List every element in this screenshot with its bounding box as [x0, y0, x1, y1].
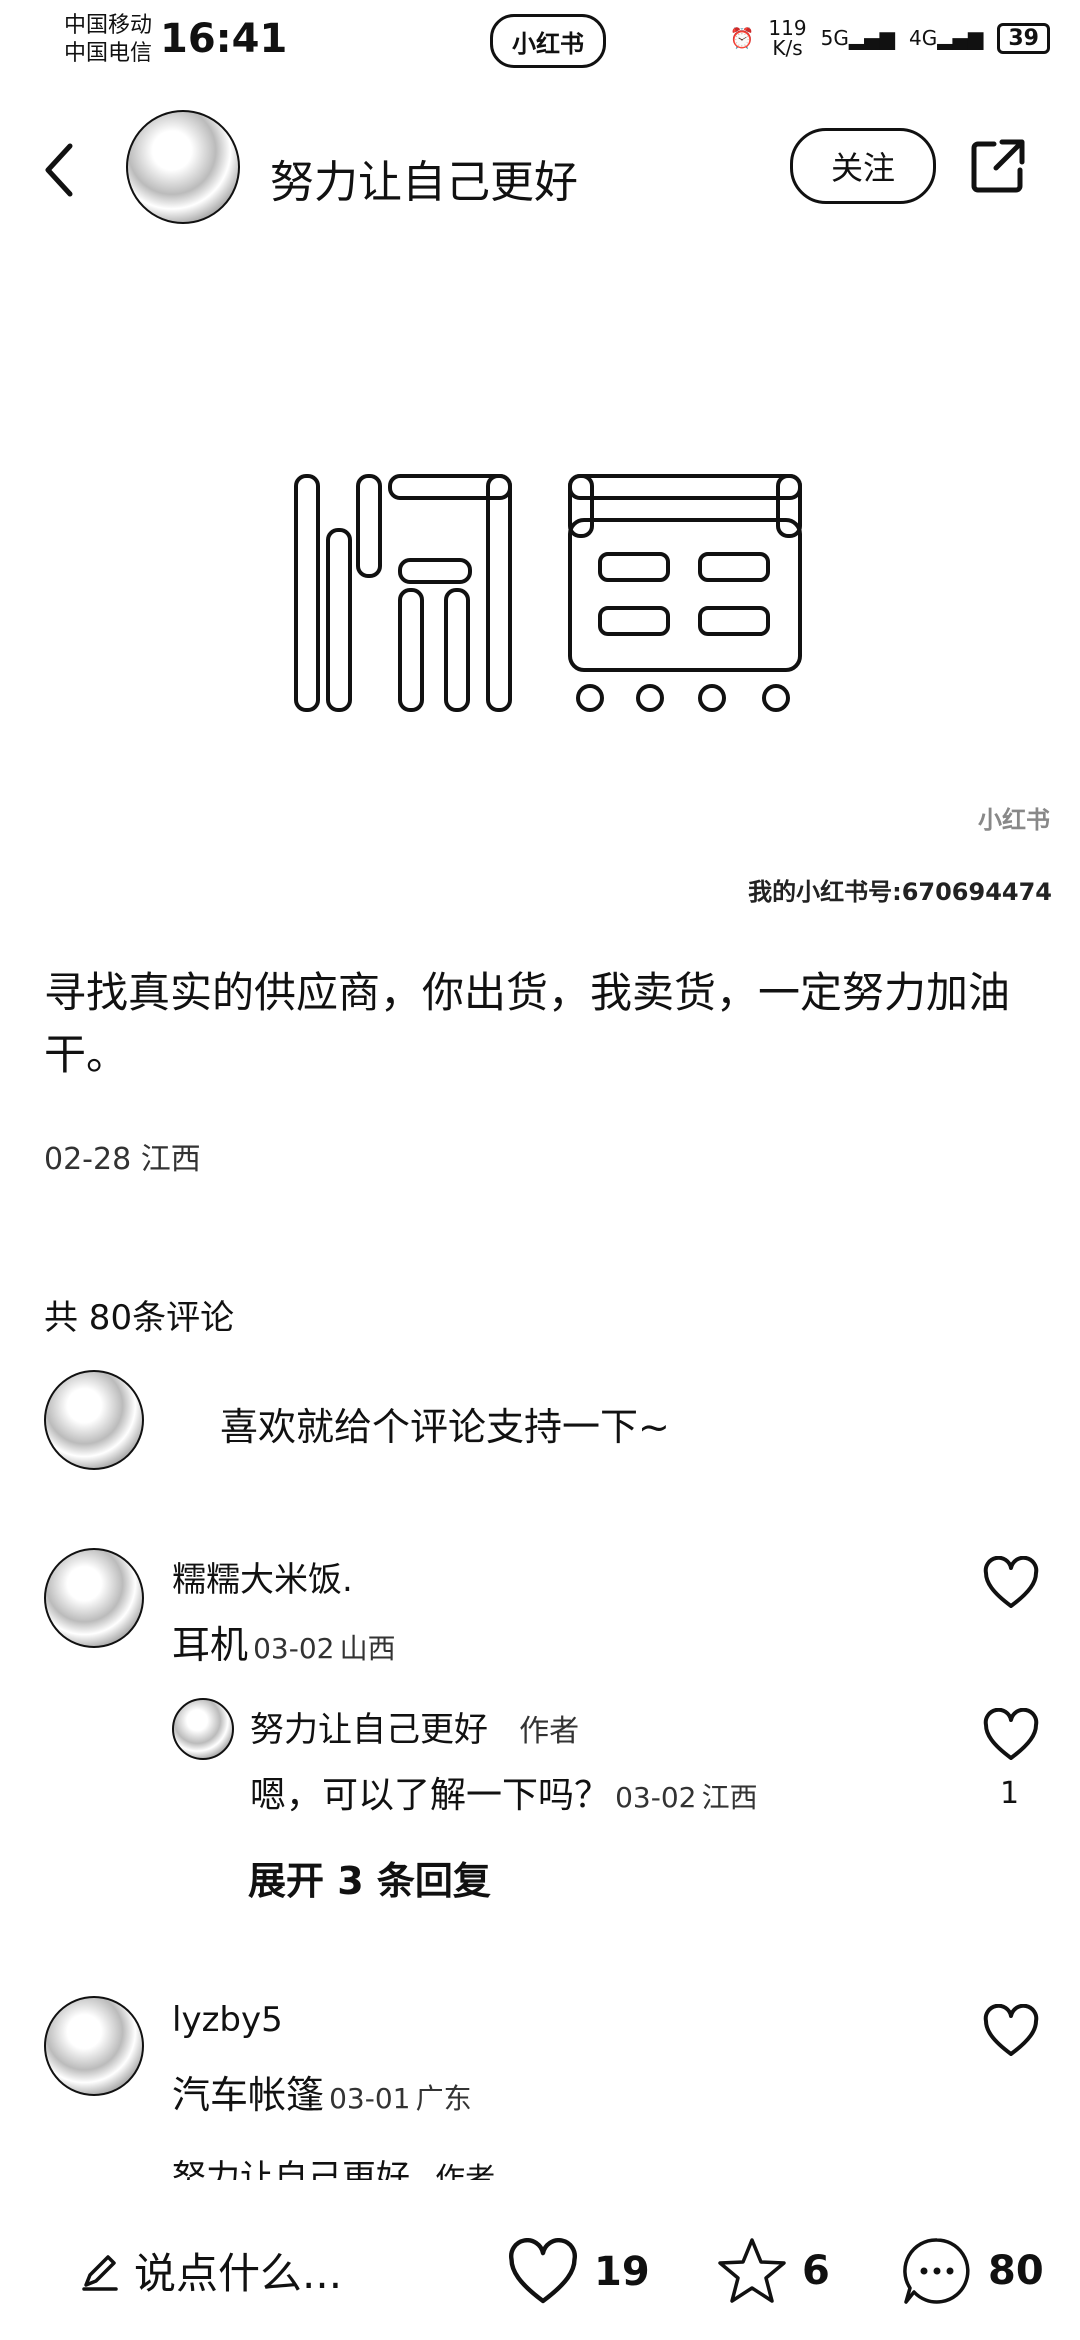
comment-input[interactable]: 说点什么... — [80, 2240, 342, 2301]
pencil-icon — [82, 2254, 118, 2291]
commenter-name[interactable]: lyzby5 — [172, 2000, 283, 2040]
commenter-avatar[interactable] — [44, 1548, 144, 1648]
alarm-icon: ⏰ — [729, 26, 755, 50]
net-speed: 119 K/s — [768, 16, 807, 60]
like-action[interactable]: 19 — [506, 2238, 650, 2306]
carrier-2: 中国电信 — [64, 41, 153, 66]
comment-date: 03-02 — [253, 1632, 335, 1665]
comment-count: 共 80条评论 — [44, 1298, 235, 1338]
reply-partial[interactable]: 努力让自己更好 作者 — [172, 2150, 495, 2180]
back-icon[interactable] — [40, 140, 80, 200]
comment-total: 80 — [988, 2248, 1044, 2294]
heart-icon — [509, 2238, 577, 2304]
post-description: 寻找真实的供应商，你出货，我卖货，一定努力加油干。 — [44, 968, 1011, 1079]
reply-header: 努力让自己更好 作者 — [250, 1702, 579, 1751]
reply-name[interactable]: 努力让自己更好 — [250, 1710, 488, 1750]
reply-partial-name: 努力让自己更好 — [172, 2158, 410, 2180]
status-bar: 中国移动 中国电信 16:41 小红书 ⏰ 119 K/s 5G▂▄▆ 4G▂▄▆… — [0, 0, 1080, 80]
reply-partial-tag: 作者 — [435, 2162, 496, 2180]
collect-count: 6 — [802, 2248, 830, 2294]
post-meta: 02-28 江西 — [44, 1134, 201, 1178]
app-badge: 小红书 — [490, 14, 606, 68]
reply-date: 03-02 — [615, 1781, 697, 1814]
star-icon — [718, 2238, 786, 2303]
comment-date: 03-01 — [329, 2082, 411, 2115]
comment-bubble-icon — [903, 2238, 970, 2304]
share-icon[interactable] — [968, 136, 1028, 196]
battery-icon: 39 — [997, 22, 1050, 54]
commenter-avatar[interactable] — [44, 1996, 144, 2096]
my-avatar — [44, 1370, 144, 1470]
comment-body[interactable]: 汽车帐篷 03-01 广东 — [172, 2064, 472, 2119]
comment-input-hint[interactable]: 喜欢就给个评论支持一下~ — [220, 1396, 670, 1451]
follow-button[interactable]: 关注 — [790, 128, 936, 204]
clock: 16:41 — [160, 16, 288, 62]
comment-location: 广东 — [415, 2082, 472, 2115]
like-icon[interactable] — [982, 2004, 1040, 2058]
status-icons: ⏰ 119 K/s 5G▂▄▆ 4G▂▄▆ 39 — [729, 16, 1050, 60]
reply-like-count: 1 — [1000, 1776, 1020, 1811]
post-date: 02-28 — [44, 1142, 132, 1177]
post-image-logo[interactable] — [0, 440, 1080, 740]
author-tag: 作者 — [519, 1714, 580, 1749]
post-header: 努力让自己更好 关注 — [0, 100, 1080, 240]
comment-action[interactable]: 80 — [900, 2234, 1044, 2308]
watermark-id: 我的小红书号:670694474 — [748, 878, 1052, 906]
comment-text: 汽车帐篷 — [172, 2073, 325, 2117]
signal-5g-icon: 5G▂▄▆ — [820, 26, 895, 50]
commenter-name[interactable]: 糯糯大米饭. — [172, 1552, 353, 1601]
post-location: 江西 — [140, 1142, 201, 1177]
like-icon[interactable] — [982, 1556, 1040, 1610]
reply-like-icon[interactable] — [982, 1708, 1040, 1762]
comment-text: 耳机 — [172, 1623, 249, 1667]
carrier-info: 中国移动 中国电信 — [64, 12, 152, 68]
reply-avatar[interactable] — [172, 1698, 234, 1760]
reply-body[interactable]: 嗯，可以了解一下吗？ 03-02 江西 — [250, 1766, 758, 1818]
carrier-1: 中国移动 — [64, 13, 153, 38]
like-count: 19 — [594, 2249, 650, 2295]
reply-text: 嗯，可以了解一下吗？ — [250, 1775, 611, 1816]
comment-location: 山西 — [339, 1632, 396, 1665]
expand-replies[interactable]: 展开 3 条回复 — [248, 1850, 491, 1905]
author-avatar[interactable] — [126, 110, 240, 224]
collect-action[interactable]: 6 — [716, 2236, 830, 2306]
signal-4g-icon: 4G▂▄▆ — [908, 26, 984, 50]
author-name[interactable]: 努力让自己更好 — [270, 146, 578, 210]
comment-body[interactable]: 耳机 03-02 山西 — [172, 1614, 396, 1669]
watermark-brand: 小红书 — [978, 806, 1050, 834]
reply-location: 江西 — [701, 1781, 758, 1814]
comment-input-label: 说点什么... — [134, 2249, 343, 2298]
bottom-action-bar: 说点什么... 19 6 80 — [0, 2200, 1080, 2340]
